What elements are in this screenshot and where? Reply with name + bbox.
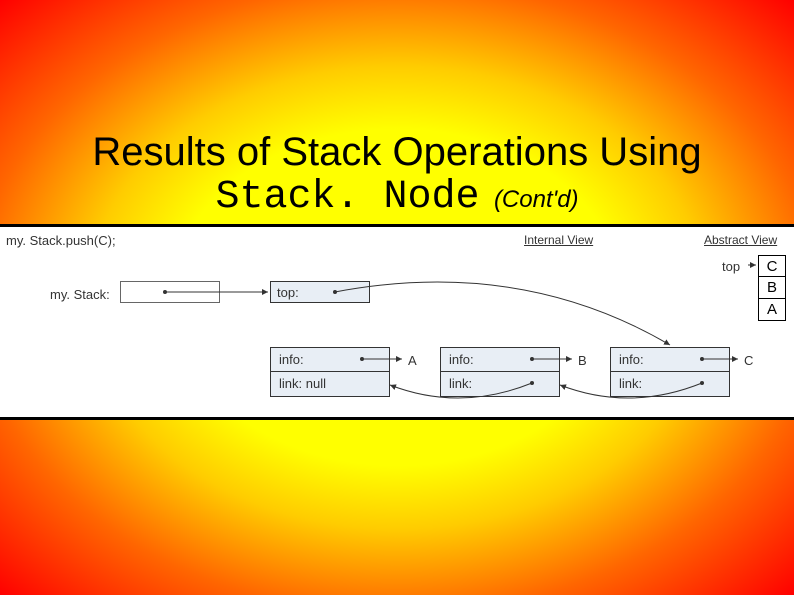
title-line-1: Results of Stack Operations Using	[50, 130, 744, 175]
node-b: info: link:	[440, 347, 560, 397]
node-c-link: link:	[611, 372, 729, 396]
node-a-link: link: null	[271, 372, 389, 396]
node-a-info: info:	[271, 348, 389, 372]
title-code: Stack. Node	[215, 175, 479, 220]
abstract-stack: C B A	[758, 255, 786, 321]
title-line-2-wrap: Stack. Node (Cont'd)	[50, 175, 744, 220]
diagram-panel: my. Stack.push(C); my. Stack: top: info:…	[0, 224, 794, 420]
internal-view-label: Internal View	[524, 233, 593, 247]
top-pointer-label: top:	[277, 285, 299, 300]
abstract-cell-0: C	[758, 255, 786, 277]
push-call-label: my. Stack.push(C);	[6, 233, 116, 248]
node-b-value: B	[578, 353, 587, 368]
node-b-info: info:	[441, 348, 559, 372]
abstract-cell-1: B	[758, 277, 786, 299]
abstract-cell-2: A	[758, 299, 786, 321]
node-c: info: link:	[610, 347, 730, 397]
node-a-value: A	[408, 353, 417, 368]
node-c-value: C	[744, 353, 753, 368]
node-a: info: link: null	[270, 347, 390, 397]
abstract-top-label: top	[722, 259, 740, 274]
abstract-view-label: Abstract View	[704, 233, 777, 247]
slide-title: Results of Stack Operations Using Stack.…	[50, 130, 744, 220]
node-c-info: info:	[611, 348, 729, 372]
node-b-link: link:	[441, 372, 559, 396]
mystack-ref-box	[120, 281, 220, 303]
title-contd: (Cont'd)	[494, 186, 579, 213]
mystack-label: my. Stack:	[50, 287, 110, 302]
top-pointer-box: top:	[270, 281, 370, 303]
